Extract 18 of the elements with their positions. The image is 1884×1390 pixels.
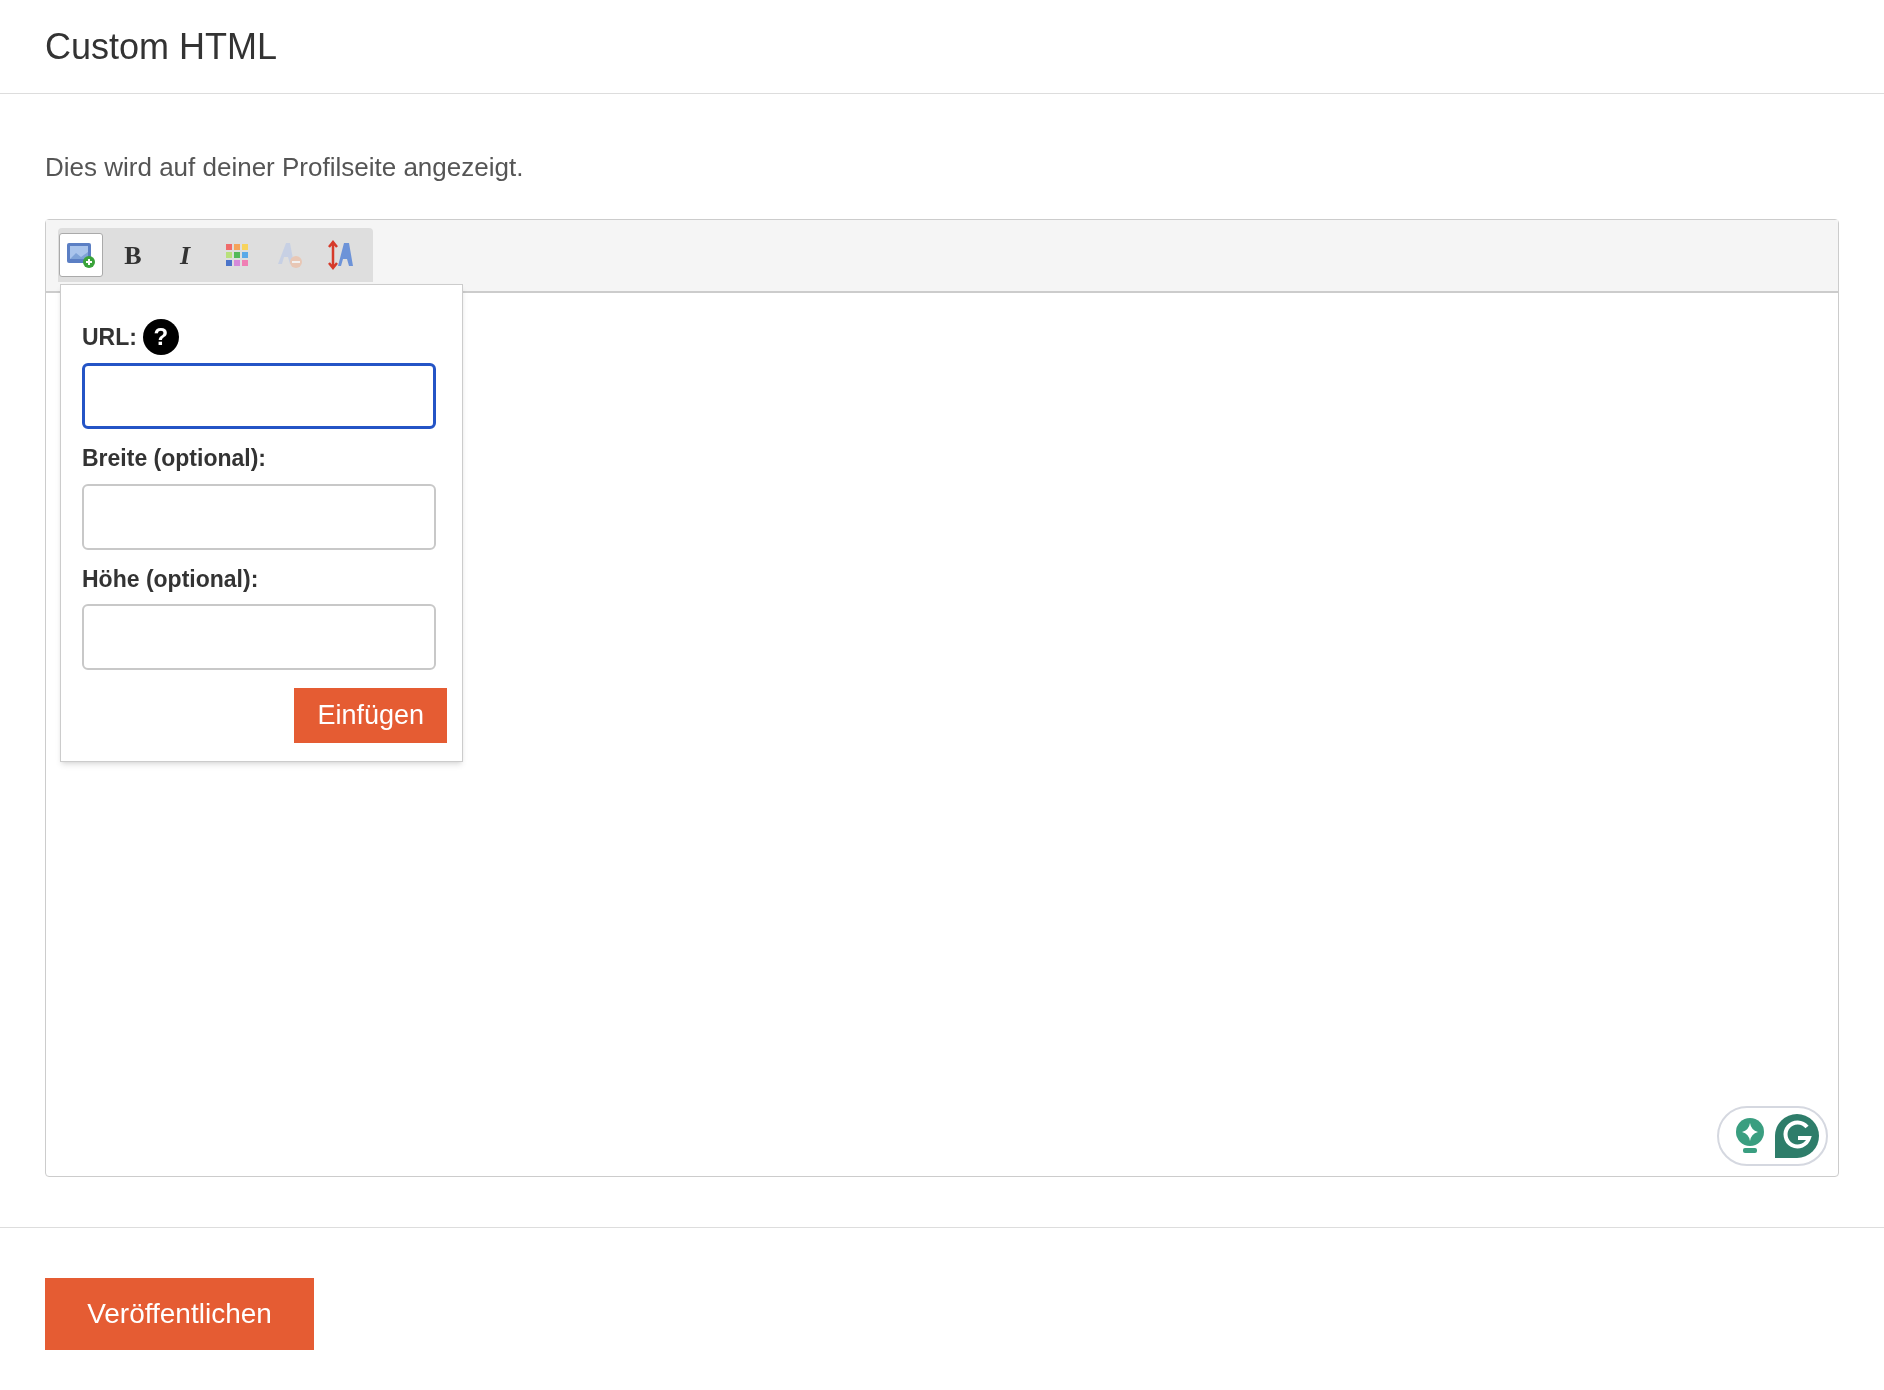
field-label: Höhe (optional): bbox=[82, 564, 259, 594]
image-insert-icon bbox=[66, 241, 96, 269]
lightbulb-icon bbox=[1734, 1117, 1766, 1155]
text-size-icon bbox=[326, 240, 356, 270]
italic-button[interactable]: I bbox=[163, 233, 207, 277]
grammarly-widget[interactable] bbox=[1717, 1106, 1828, 1166]
insert-button[interactable]: Einfügen bbox=[294, 688, 447, 743]
input-field[interactable] bbox=[82, 363, 436, 429]
color-grid-icon bbox=[225, 243, 249, 267]
publish-button[interactable]: Veröffentlichen bbox=[45, 1278, 314, 1350]
help-icon[interactable]: ? bbox=[142, 319, 179, 355]
field-label: Breite (optional): bbox=[82, 444, 266, 473]
grammarly-icon bbox=[1774, 1113, 1820, 1159]
description-text: Dies wird auf deiner Profilseite angezeigt. bbox=[45, 151, 525, 184]
page-title: Custom HTML bbox=[45, 24, 278, 69]
bold-button[interactable]: B bbox=[111, 233, 155, 277]
insert-image-button[interactable] bbox=[59, 233, 103, 277]
field-label: URL: bbox=[82, 322, 137, 352]
